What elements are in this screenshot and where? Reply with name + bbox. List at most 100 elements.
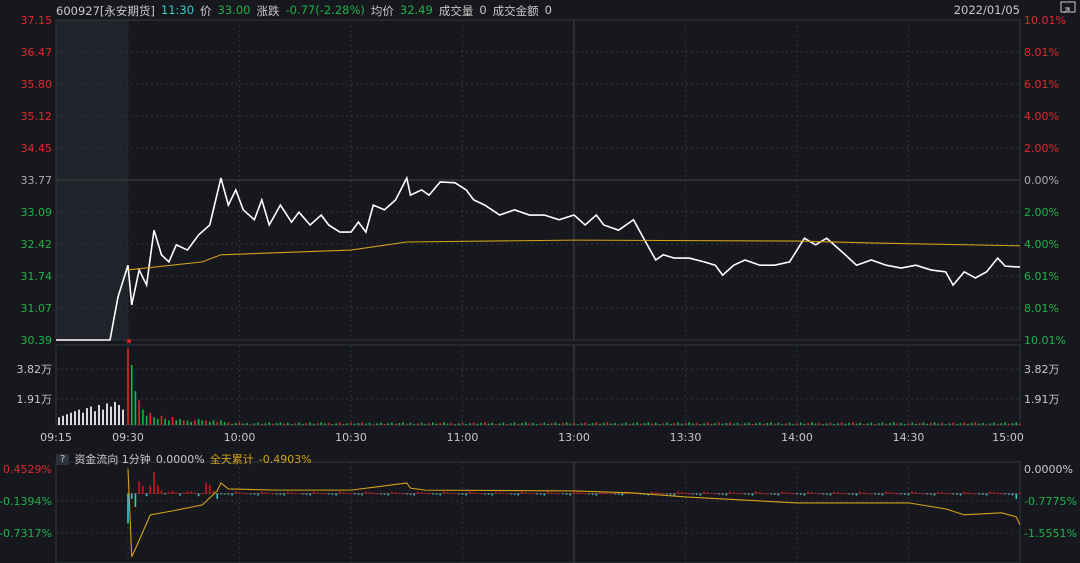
volume-bar [948, 423, 951, 425]
popout-icon[interactable] [1060, 1, 1076, 15]
volume-bar [785, 423, 787, 425]
fund-flow-bar [573, 491, 575, 494]
fund-flow-bar [855, 493, 858, 496]
fund-flow-bar [372, 492, 375, 494]
fund-flow-bar [428, 493, 430, 495]
volume-bar [918, 423, 921, 425]
change-label: 涨跌 [256, 4, 280, 18]
intraday-chart[interactable]: 37.15 10.01% 36.47 8.01% 35.80 6.01% 35.12 4.00… [0, 0, 1080, 563]
volume-bar [818, 422, 821, 425]
fund-flow-current: 0.0000% [155, 452, 205, 466]
fund-flow-bar [699, 493, 702, 496]
fund-flow-bar [272, 493, 274, 495]
stock-code-name: 600927[永安期货] [56, 4, 155, 18]
volume-bar [208, 421, 211, 425]
volume-bar [127, 348, 129, 425]
fund-flow-bar [892, 492, 895, 494]
fund-flow-bar [669, 493, 672, 495]
volume-bar [160, 415, 163, 425]
fund-flow-bar [487, 493, 490, 495]
volume-bar [759, 422, 761, 425]
volume-bar [703, 423, 705, 425]
y-tick-left: 33.77 [21, 174, 53, 187]
fund-flow-bar [420, 492, 423, 494]
flow-y-tick-left: -0.7317% [0, 527, 52, 540]
volume-bar [190, 421, 192, 425]
fund-flow-bar [495, 491, 497, 494]
y-tick-right: 0.00% [1024, 174, 1059, 187]
volume-bar [647, 422, 650, 425]
x-tick: 09:30 [112, 431, 144, 444]
volume-bar [692, 423, 694, 425]
fund-flow-bar [547, 491, 549, 494]
fund-flow-bar [881, 493, 884, 496]
open-marker-icon: ★ [125, 337, 133, 347]
volume-bar [915, 423, 917, 425]
fund-flow-bar [498, 492, 501, 494]
fund-flow-bar [903, 493, 906, 495]
volume-bar [357, 422, 360, 425]
fund-flow-bar [900, 493, 902, 495]
fund-flow-bar [967, 492, 969, 494]
volume-bar [900, 422, 902, 425]
volume-bar [562, 422, 564, 425]
fund-flow-bar [721, 493, 724, 495]
fund-flow-bar [744, 493, 746, 495]
volume-bar [350, 422, 352, 425]
y-tick-right: 10.01% [1024, 334, 1066, 347]
volume-bar [201, 420, 204, 425]
fund-flow-bar [729, 491, 731, 494]
volume-bar [424, 423, 427, 425]
volume-bar [970, 422, 973, 425]
fund-flow-bar [472, 492, 475, 494]
y-tick-right: 2.00% [1024, 142, 1059, 155]
fund-flow-bar [517, 493, 520, 496]
volume-bar [261, 423, 263, 425]
volume-bar [346, 423, 349, 425]
help-button[interactable]: ? [56, 453, 70, 465]
fund-flow-bar [491, 493, 494, 496]
volume-bar [1000, 423, 1003, 425]
fund-flow-bar [885, 491, 887, 494]
fund-flow-bar [484, 493, 486, 495]
panel-frame [55, 344, 1021, 426]
volume-bar [595, 422, 598, 425]
fund-flow-bar [926, 493, 928, 495]
fund-flow-bar [246, 493, 248, 495]
fund-flow-bar [851, 493, 854, 495]
fund-flow-bar [970, 492, 973, 494]
fund-flow-bar [383, 493, 386, 495]
volume-bar [989, 423, 992, 425]
fund-flow-bar [398, 492, 401, 494]
volume-bar [417, 423, 419, 425]
fund-flow-bar [238, 492, 241, 494]
volume-bar [238, 422, 241, 425]
fund-flow-bar [896, 493, 899, 495]
fund-flow-bar [283, 493, 285, 496]
fund-flow-bar [870, 493, 873, 495]
volume-bar [963, 422, 966, 425]
volume-bar [837, 423, 839, 425]
fund-flow-bar [840, 492, 843, 494]
fund-flow-bar [773, 493, 776, 495]
volume-bar [513, 422, 516, 425]
volume-bar [803, 423, 806, 425]
volume-bar [339, 422, 341, 425]
volume-bar [781, 424, 783, 425]
volume-bar [1019, 423, 1021, 425]
volume-bar [275, 422, 278, 425]
volume-bar [669, 423, 672, 425]
volume-bar [807, 422, 809, 425]
fund-flow-bar [565, 493, 568, 495]
volume-bar [602, 422, 605, 425]
volume-bar [662, 423, 664, 425]
volume-bar [153, 417, 155, 425]
avg-label: 均价 [370, 4, 394, 18]
volume-bar [892, 422, 895, 425]
fund-flow-bar [331, 493, 334, 495]
fund-flow-bar [454, 493, 456, 495]
volume-bar [283, 423, 285, 425]
volume-bar [777, 422, 780, 425]
fund-flow-bar [242, 492, 245, 494]
fund-flow-bar [918, 492, 921, 494]
